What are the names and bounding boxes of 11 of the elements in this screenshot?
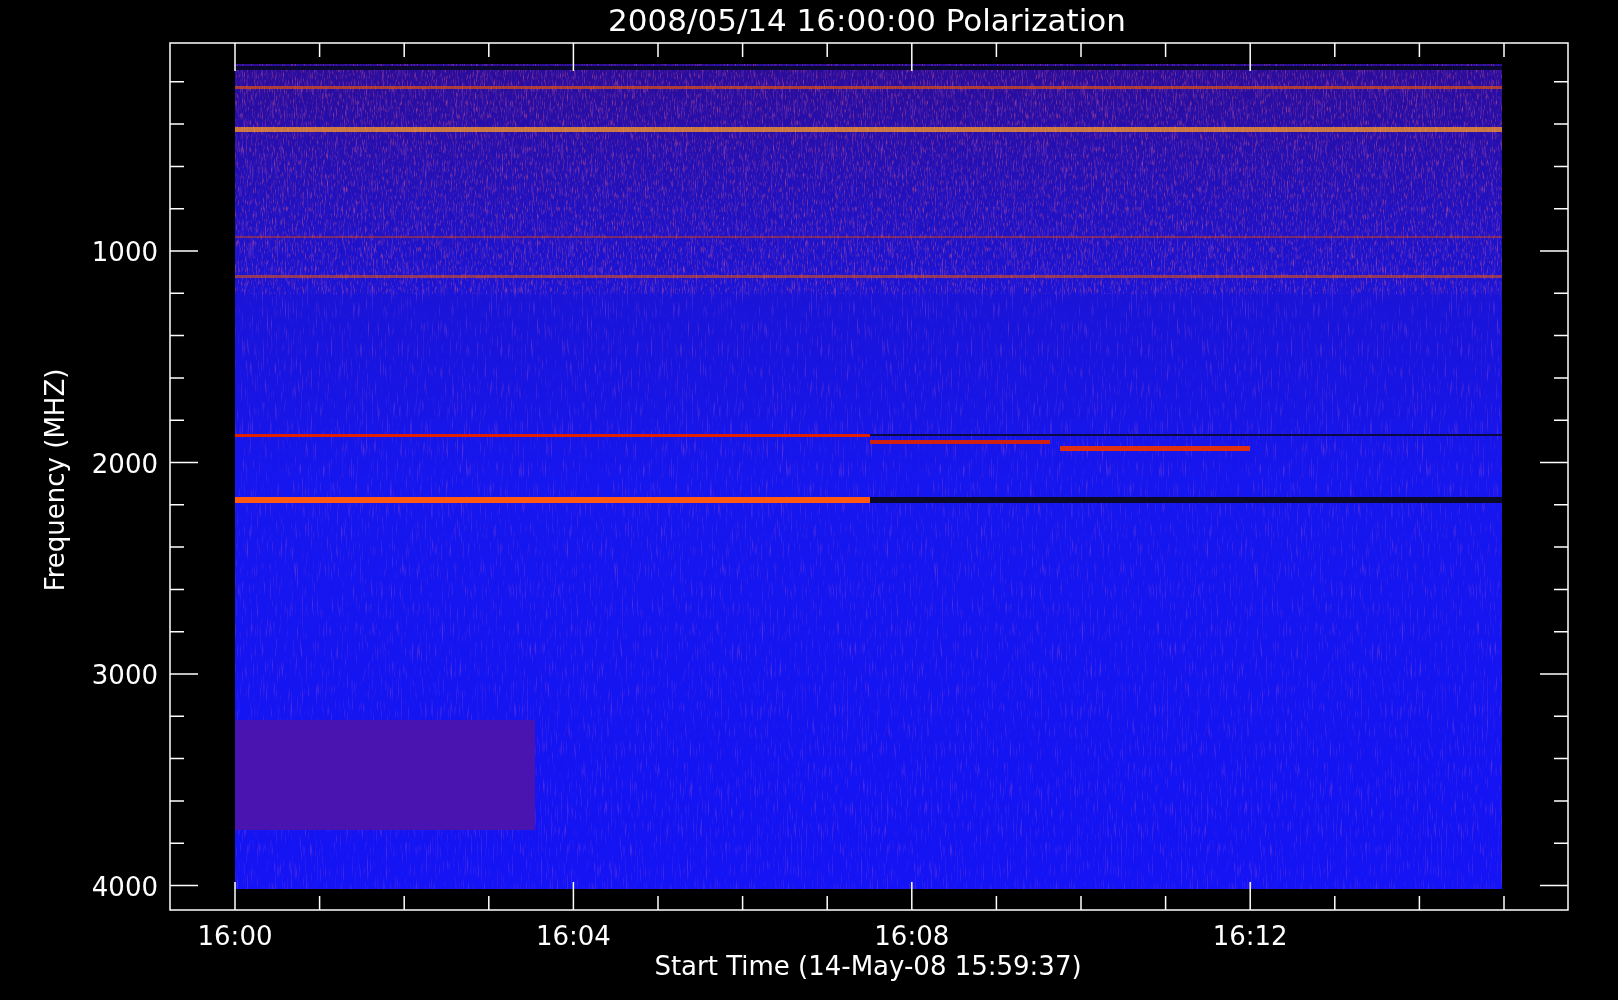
y-axis-label: Frequency (MHZ) (40, 368, 70, 592)
x-tick-label: 16:04 (535, 921, 611, 951)
x-tick-label: 16:08 (874, 921, 950, 951)
y-tick-label: 2000 (91, 448, 158, 479)
plot-title: 2008/05/14 16:00:00 Polarization (608, 2, 1126, 38)
x-axis-label: Start Time (14-May-08 15:59:37) (654, 951, 1082, 981)
y-tick-label: 4000 (91, 871, 158, 902)
y-tick-label: 3000 (91, 660, 158, 690)
x-tick-label: 16:12 (1212, 921, 1288, 951)
x-tick-label: 16:00 (197, 921, 273, 951)
y-tick-label: 1000 (91, 237, 158, 267)
